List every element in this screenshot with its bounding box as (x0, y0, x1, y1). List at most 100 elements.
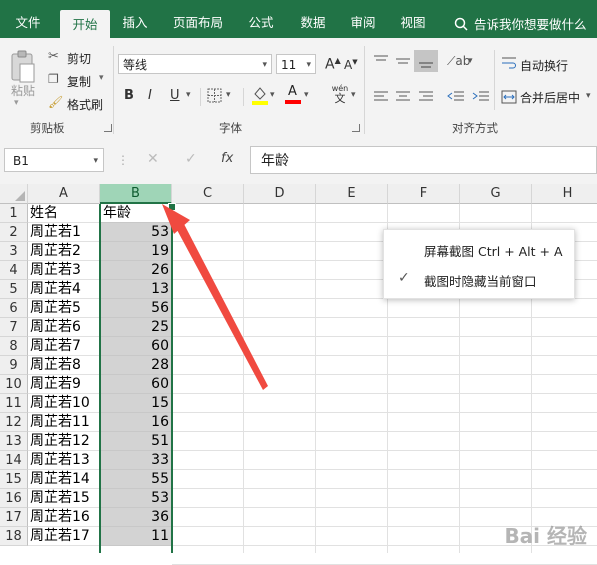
drag-handle-icon[interactable]: ⋮ (117, 153, 129, 167)
increase-indent-icon[interactable] (472, 90, 490, 104)
cell-name[interactable]: 周芷若14 (28, 470, 100, 489)
cell-age[interactable]: 28 (100, 356, 172, 375)
row-header[interactable]: 17 (0, 508, 28, 527)
align-middle-icon[interactable] (395, 54, 411, 68)
align-left-icon[interactable] (373, 90, 389, 104)
cell-age[interactable]: 51 (100, 432, 172, 451)
cut-button[interactable]: 剪切 (67, 50, 91, 67)
row-header[interactable]: 6 (0, 299, 28, 318)
align-center-icon[interactable] (395, 90, 411, 104)
cell-name[interactable]: 周芷若11 (28, 413, 100, 432)
fill-handle[interactable] (168, 203, 176, 211)
cell-age[interactable]: 60 (100, 337, 172, 356)
borders-dropdown-icon[interactable]: ▾ (226, 90, 231, 100)
tab-home[interactable]: 开始 (60, 10, 110, 38)
hide-window-menu-item[interactable]: 截图时隐藏当前窗口 (424, 271, 537, 290)
formula-input[interactable]: 年龄 (250, 146, 597, 174)
row-header[interactable]: 15 (0, 470, 28, 489)
name-box[interactable]: B1 ▾ (4, 148, 104, 172)
cell-name[interactable]: 周芷若2 (28, 242, 100, 261)
cell-age[interactable]: 25 (100, 318, 172, 337)
row-header[interactable]: 2 (0, 223, 28, 242)
row-header[interactable]: 5 (0, 280, 28, 299)
screenshot-menu-item[interactable]: 屏幕截图 Ctrl + Alt + A (424, 241, 563, 260)
tab-insert[interactable]: 插入 (112, 0, 158, 38)
column-header-d[interactable]: D (244, 184, 316, 204)
row-header[interactable]: 3 (0, 242, 28, 261)
clipboard-launcher-icon[interactable] (104, 124, 112, 132)
tab-review[interactable]: 审阅 (340, 0, 386, 38)
cell-age[interactable]: 60 (100, 375, 172, 394)
insert-function-button[interactable]: fx (221, 151, 233, 166)
row-header[interactable]: 12 (0, 413, 28, 432)
cell-age[interactable]: 53 (100, 489, 172, 508)
cell-name[interactable]: 姓名 (28, 204, 100, 223)
select-all-corner[interactable] (0, 184, 28, 204)
row-header[interactable]: 1 (0, 204, 28, 223)
cell-age[interactable]: 19 (100, 242, 172, 261)
underline-button[interactable]: U (170, 88, 180, 103)
cell-age[interactable]: 36 (100, 508, 172, 527)
cell-name[interactable]: 周芷若16 (28, 508, 100, 527)
tell-me-box[interactable]: 告诉我你想要做什么 (474, 14, 587, 33)
cell-age[interactable]: 年龄 (100, 204, 172, 223)
merge-dropdown-icon[interactable]: ▾ (586, 91, 591, 101)
cell-name[interactable]: 周芷若12 (28, 432, 100, 451)
cell-age[interactable]: 15 (100, 394, 172, 413)
column-header-f[interactable]: F (388, 184, 460, 204)
row-header[interactable]: 10 (0, 375, 28, 394)
font-launcher-icon[interactable] (352, 124, 360, 132)
copy-button[interactable]: 复制 (67, 73, 91, 90)
tab-file[interactable]: 文件 (6, 0, 50, 38)
cell-name[interactable]: 周芷若17 (28, 527, 100, 546)
grow-font-button[interactable]: A▲ (325, 56, 341, 73)
column-header-c[interactable]: C (172, 184, 244, 204)
font-size-select[interactable]: 11 ▾ (276, 54, 316, 74)
cell-age[interactable]: 11 (100, 527, 172, 546)
tab-view[interactable]: 视图 (390, 0, 436, 38)
italic-button[interactable]: I (148, 88, 152, 103)
bold-button[interactable]: B (124, 88, 134, 103)
row-header[interactable]: 14 (0, 451, 28, 470)
row-header[interactable]: 18 (0, 527, 28, 546)
align-bottom-button[interactable] (414, 50, 438, 72)
cell-name[interactable]: 周芷若4 (28, 280, 100, 299)
font-name-select[interactable]: 等线 ▾ (118, 54, 272, 74)
cell-age[interactable]: 16 (100, 413, 172, 432)
borders-icon[interactable] (207, 88, 223, 104)
align-top-icon[interactable] (373, 54, 389, 68)
cell-name[interactable]: 周芷若15 (28, 489, 100, 508)
column-header-g[interactable]: G (460, 184, 532, 204)
phonetic-button[interactable]: wén 文 (329, 84, 351, 106)
column-header-h[interactable]: H (532, 184, 597, 204)
copy-dropdown-icon[interactable]: ▾ (99, 73, 104, 83)
align-right-icon[interactable] (418, 90, 434, 104)
decrease-indent-icon[interactable] (447, 90, 465, 104)
fill-color-icon[interactable] (251, 85, 269, 105)
paste-icon[interactable] (8, 50, 38, 84)
phonetic-dropdown-icon[interactable]: ▾ (351, 90, 356, 100)
underline-dropdown-icon[interactable]: ▾ (186, 90, 191, 100)
column-header-b[interactable]: B (100, 184, 172, 204)
row-header[interactable]: 8 (0, 337, 28, 356)
fill-color-dropdown-icon[interactable]: ▾ (270, 90, 275, 100)
cell-age[interactable]: 13 (100, 280, 172, 299)
cell-name[interactable]: 周芷若7 (28, 337, 100, 356)
cell-age[interactable]: 56 (100, 299, 172, 318)
shrink-font-button[interactable]: A▼ (344, 58, 358, 72)
cell-age[interactable]: 33 (100, 451, 172, 470)
orientation-icon[interactable]: ⟋ab (447, 54, 470, 69)
merge-center-button[interactable]: 合并后居中 (520, 89, 580, 106)
format-painter-button[interactable]: 格式刷 (67, 96, 103, 113)
paste-button[interactable]: 粘贴 (11, 82, 35, 99)
cell-name[interactable]: 周芷若5 (28, 299, 100, 318)
tab-data[interactable]: 数据 (290, 0, 336, 38)
row-header[interactable]: 7 (0, 318, 28, 337)
cell-age[interactable]: 53 (100, 223, 172, 242)
cell-name[interactable]: 周芷若8 (28, 356, 100, 375)
cell-name[interactable]: 周芷若6 (28, 318, 100, 337)
cell-name[interactable]: 周芷若3 (28, 261, 100, 280)
orientation-dropdown-icon[interactable]: ▾ (468, 56, 473, 66)
cell-name[interactable]: 周芷若13 (28, 451, 100, 470)
tab-formulas[interactable]: 公式 (238, 0, 284, 38)
